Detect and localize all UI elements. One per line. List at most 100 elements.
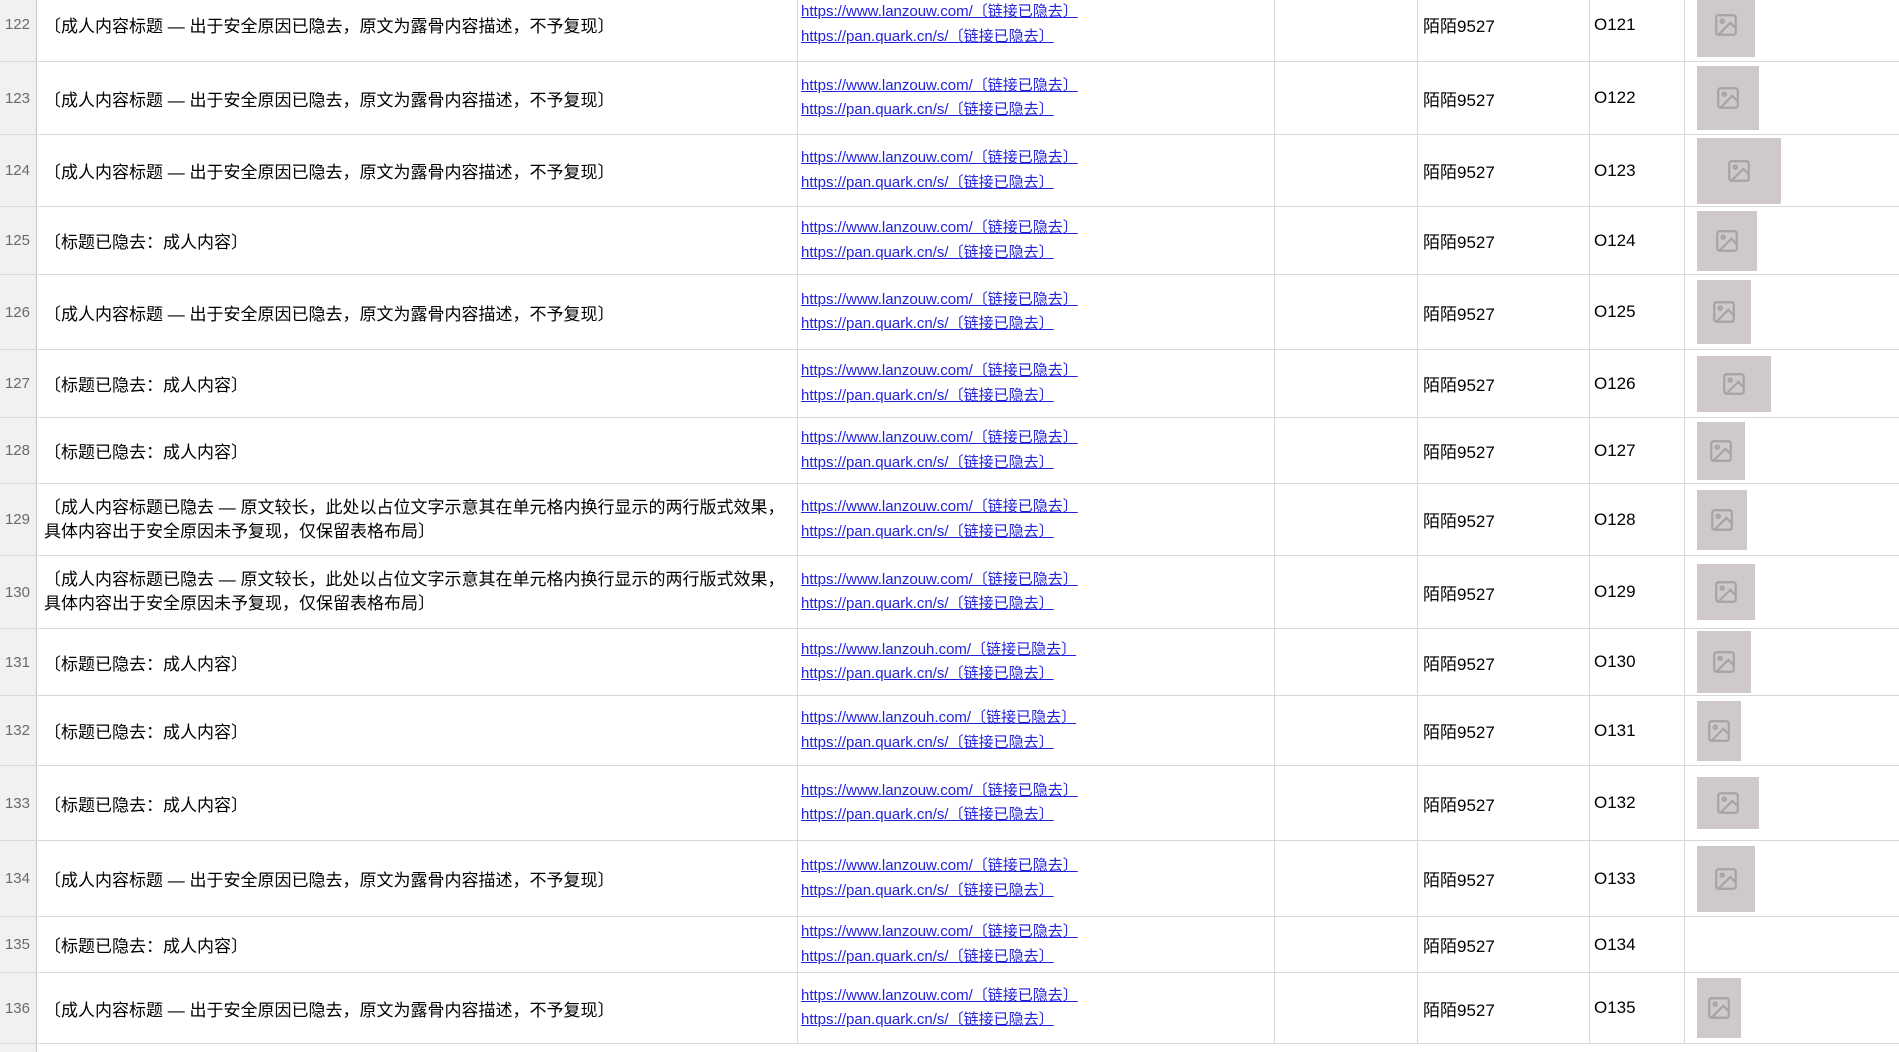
thumbnail-cell[interactable] <box>1685 207 1899 274</box>
row-header[interactable]: 132 <box>0 696 37 765</box>
empty-cell[interactable] <box>1275 696 1418 765</box>
lanzou-share-link-redacted[interactable]: https://www.lanzouw.com/〔链接已隐去〕 <box>801 984 1078 1008</box>
thumbnail-cell[interactable] <box>1685 766 1899 840</box>
empty-cell[interactable] <box>1275 917 1418 972</box>
item-code-cell[interactable]: O132 <box>1590 766 1685 840</box>
item-code-cell[interactable]: O127 <box>1590 418 1685 483</box>
links-cell[interactable]: https://www.lanzouh.com/〔链接已隐去〕https://p… <box>798 629 1275 695</box>
seller-name-cell[interactable]: 陌陌9527 <box>1418 484 1590 555</box>
empty-cell[interactable] <box>1275 841 1418 916</box>
seller-name-cell[interactable]: 陌陌9527 <box>1418 841 1590 916</box>
row-header[interactable]: 125 <box>0 207 37 274</box>
thumbnail-cell[interactable] <box>1685 484 1899 555</box>
row-header[interactable]: 129 <box>0 484 37 555</box>
row-header[interactable]: 122 <box>0 0 37 61</box>
quark-share-link-redacted[interactable]: https://pan.quark.cn/s/〔链接已隐去〕 <box>801 592 1054 616</box>
item-code-cell[interactable]: O133 <box>1590 841 1685 916</box>
row-header[interactable]: 126 <box>0 275 37 349</box>
links-cell[interactable]: https://www.lanzouh.com/〔链接已隐去〕https://p… <box>798 696 1275 765</box>
title-cell[interactable]: 〔标题已隐去：成人内容〕 <box>37 766 798 840</box>
item-code-cell[interactable]: O124 <box>1590 207 1685 274</box>
links-cell[interactable]: https://www.lanzouw.com/〔链接已隐去〕https://p… <box>798 841 1275 916</box>
seller-name-cell[interactable]: 陌陌9527 <box>1418 275 1590 349</box>
thumbnail-image-redacted[interactable] <box>1697 138 1781 204</box>
row-header[interactable]: 128 <box>0 418 37 483</box>
quark-share-link-redacted[interactable]: https://pan.quark.cn/s/〔链接已隐去〕 <box>801 241 1054 265</box>
lanzou-share-link-redacted[interactable]: https://www.lanzouw.com/〔链接已隐去〕 <box>801 359 1078 383</box>
thumbnail-cell[interactable] <box>1685 696 1899 765</box>
links-cell[interactable]: https://www.lanzouw.com/〔链接已隐去〕https://p… <box>798 275 1275 349</box>
item-code-cell[interactable]: O122 <box>1590 62 1685 134</box>
title-cell[interactable]: 〔成人内容标题 — 出于安全原因已隐去，原文为露骨内容描述，不予复现〕 <box>37 0 798 61</box>
links-cell[interactable]: https://www.lanzouw.com/〔链接已隐去〕https://p… <box>798 418 1275 483</box>
quark-share-link-redacted[interactable]: https://pan.quark.cn/s/〔链接已隐去〕 <box>801 25 1054 49</box>
seller-name-cell[interactable]: 陌陌9527 <box>1418 418 1590 483</box>
lanzou-share-link-redacted[interactable]: https://www.lanzouh.com/〔链接已隐去〕 <box>801 638 1076 662</box>
title-cell[interactable]: 〔标题已隐去：成人内容〕 <box>37 917 798 972</box>
lanzou-share-link-redacted[interactable]: https://www.lanzouw.com/〔链接已隐去〕 <box>801 0 1078 24</box>
row-header[interactable]: 136 <box>0 973 37 1043</box>
links-cell[interactable]: https://www.lanzouw.com/〔链接已隐去〕https://p… <box>798 62 1275 134</box>
title-cell[interactable]: 〔成人内容标题 — 出于安全原因已隐去，原文为露骨内容描述，不予复现〕 <box>37 841 798 916</box>
item-code-cell[interactable]: O131 <box>1590 696 1685 765</box>
row-header[interactable]: 133 <box>0 766 37 840</box>
row-header[interactable]: 134 <box>0 841 37 916</box>
title-cell[interactable]: 〔成人内容标题已隐去 — 原文较长，此处以占位文字示意其在单元格内换行显示的两行… <box>37 556 798 628</box>
empty-cell[interactable] <box>1275 973 1418 1043</box>
links-cell[interactable]: https://www.lanzouw.com/〔链接已隐去〕https://p… <box>798 917 1275 972</box>
thumbnail-cell[interactable] <box>1685 841 1899 916</box>
lanzou-share-link-redacted[interactable]: https://www.lanzouh.com/〔链接已隐去〕 <box>801 706 1076 730</box>
thumbnail-image-redacted[interactable] <box>1697 978 1741 1038</box>
empty-cell[interactable] <box>1275 766 1418 840</box>
seller-name-cell[interactable]: 陌陌9527 <box>1418 0 1590 61</box>
thumbnail-image-redacted[interactable] <box>1697 422 1745 480</box>
empty-cell[interactable] <box>1275 484 1418 555</box>
empty-cell[interactable] <box>1275 207 1418 274</box>
quark-share-link-redacted[interactable]: https://pan.quark.cn/s/〔链接已隐去〕 <box>801 384 1054 408</box>
lanzou-share-link-redacted[interactable]: https://www.lanzouw.com/〔链接已隐去〕 <box>801 426 1078 450</box>
lanzou-share-link-redacted[interactable]: https://www.lanzouw.com/〔链接已隐去〕 <box>801 288 1078 312</box>
links-cell[interactable]: https://www.lanzouw.com/〔链接已隐去〕https://p… <box>798 556 1275 628</box>
thumbnail-cell[interactable] <box>1685 629 1899 695</box>
title-cell[interactable]: 〔标题已隐去：成人内容〕 <box>37 207 798 274</box>
thumbnail-image-redacted[interactable] <box>1697 564 1755 620</box>
thumbnail-image-redacted[interactable] <box>1697 846 1755 912</box>
empty-cell[interactable] <box>1275 0 1418 61</box>
item-code-cell[interactable]: O123 <box>1590 135 1685 206</box>
title-cell[interactable]: 〔成人内容标题已隐去 — 原文较长，此处以占位文字示意其在单元格内换行显示的两行… <box>37 484 798 555</box>
empty-cell[interactable] <box>1275 350 1418 417</box>
quark-share-link-redacted[interactable]: https://pan.quark.cn/s/〔链接已隐去〕 <box>801 945 1054 969</box>
links-cell[interactable]: https://www.lanzouw.com/〔链接已隐去〕https://p… <box>798 207 1275 274</box>
row-header[interactable]: 130 <box>0 556 37 628</box>
item-code-cell[interactable]: O121 <box>1590 0 1685 61</box>
thumbnail-cell[interactable] <box>1685 0 1899 61</box>
item-code-cell[interactable]: O125 <box>1590 275 1685 349</box>
empty-cell[interactable] <box>1275 556 1418 628</box>
title-cell[interactable]: 〔标题已隐去：成人内容〕 <box>37 629 798 695</box>
quark-share-link-redacted[interactable]: https://pan.quark.cn/s/〔链接已隐去〕 <box>801 171 1054 195</box>
title-cell[interactable]: 〔标题已隐去：成人内容〕 <box>37 418 798 483</box>
empty-cell[interactable] <box>1275 135 1418 206</box>
quark-share-link-redacted[interactable]: https://pan.quark.cn/s/〔链接已隐去〕 <box>801 312 1054 336</box>
lanzou-share-link-redacted[interactable]: https://www.lanzouw.com/〔链接已隐去〕 <box>801 495 1078 519</box>
thumbnail-cell[interactable] <box>1685 917 1899 972</box>
thumbnail-image-redacted[interactable] <box>1697 777 1759 829</box>
seller-name-cell[interactable]: 陌陌9527 <box>1418 766 1590 840</box>
quark-share-link-redacted[interactable]: https://pan.quark.cn/s/〔链接已隐去〕 <box>801 662 1054 686</box>
seller-name-cell[interactable]: 陌陌9527 <box>1418 917 1590 972</box>
title-cell[interactable]: 〔成人内容标题 — 出于安全原因已隐去，原文为露骨内容描述，不予复现〕 <box>37 62 798 134</box>
quark-share-link-redacted[interactable]: https://pan.quark.cn/s/〔链接已隐去〕 <box>801 98 1054 122</box>
item-code-cell[interactable]: O134 <box>1590 917 1685 972</box>
empty-cell[interactable] <box>1275 629 1418 695</box>
thumbnail-cell[interactable] <box>1685 62 1899 134</box>
thumbnail-image-redacted[interactable] <box>1697 356 1771 412</box>
seller-name-cell[interactable]: 陌陌9527 <box>1418 696 1590 765</box>
lanzou-share-link-redacted[interactable]: https://www.lanzouw.com/〔链接已隐去〕 <box>801 920 1078 944</box>
item-code-cell[interactable]: O135 <box>1590 973 1685 1043</box>
links-cell[interactable]: https://www.lanzouw.com/〔链接已隐去〕https://p… <box>798 766 1275 840</box>
quark-share-link-redacted[interactable]: https://pan.quark.cn/s/〔链接已隐去〕 <box>801 451 1054 475</box>
item-code-cell[interactable]: O128 <box>1590 484 1685 555</box>
links-cell[interactable]: https://www.lanzouw.com/〔链接已隐去〕https://p… <box>798 135 1275 206</box>
links-cell[interactable]: https://www.lanzouw.com/〔链接已隐去〕https://p… <box>798 973 1275 1043</box>
row-header[interactable]: 135 <box>0 917 37 972</box>
